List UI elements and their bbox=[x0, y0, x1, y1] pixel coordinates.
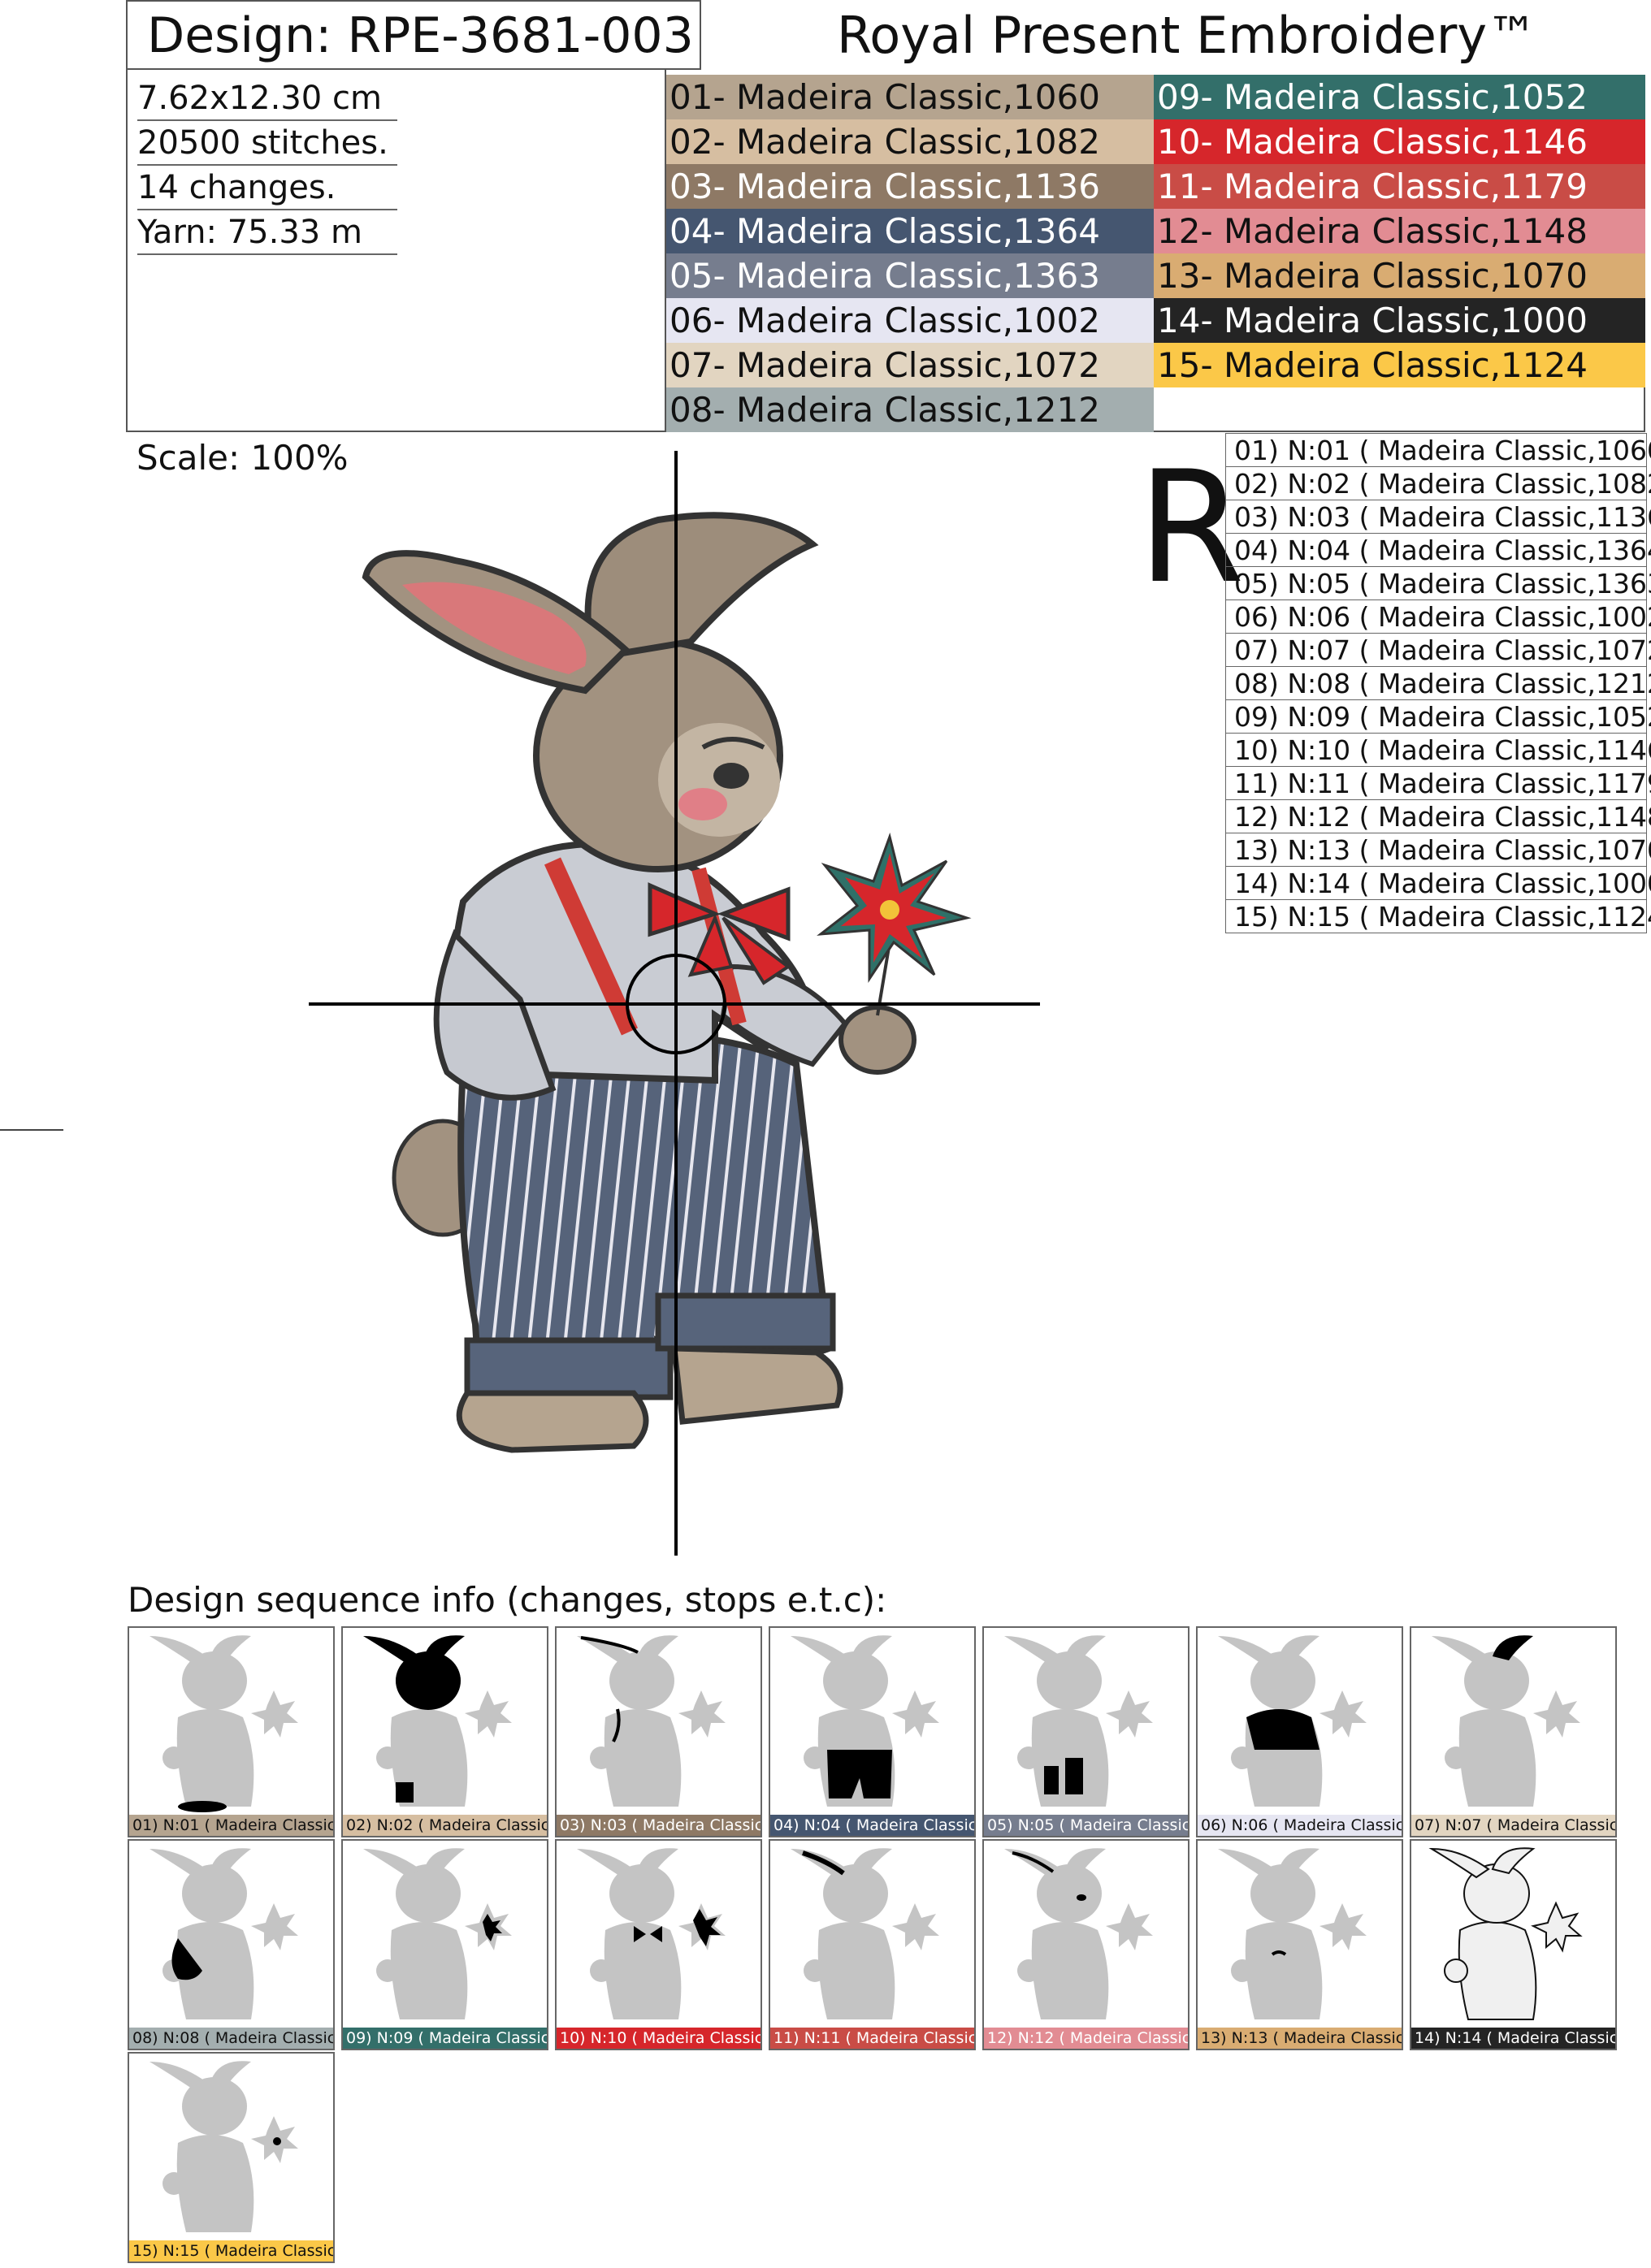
color-swatch: 02- Madeira Classic,1082 bbox=[666, 119, 1154, 164]
design-preview bbox=[309, 451, 1040, 1556]
design-size: 7.62x12.30 cm bbox=[137, 75, 397, 121]
color-table: 01- Madeira Classic,1060 02- Madeira Cla… bbox=[666, 75, 1645, 432]
sequence-thumbnail: 02) N:02 ( Madeira Classic bbox=[341, 1626, 548, 1837]
thread-row: 15) N:15 ( Madeira Classic,1124) bbox=[1225, 899, 1651, 933]
sequence-thumbnail: 03) N:03 ( Madeira Classic bbox=[555, 1626, 762, 1837]
thumbnail-bunny bbox=[150, 2061, 298, 2232]
yarn-length: Yarn: 75.33 m bbox=[137, 209, 397, 255]
bunny-cheek bbox=[678, 788, 727, 820]
sequence-caption: 12) N:12 ( Madeira Classic,1 bbox=[984, 2028, 1188, 2049]
thread-list: 01) N:01 ( Madeira Classic,1060) 02) N:0… bbox=[1225, 433, 1651, 933]
thumbnail-bunny bbox=[150, 1635, 298, 1812]
sequence-caption: 05) N:05 ( Madeira Classic bbox=[984, 1815, 1188, 1836]
color-swatch: 08- Madeira Classic,1212 bbox=[666, 387, 1154, 432]
sequence-caption: 04) N:04 ( Madeira Classic bbox=[770, 1815, 974, 1836]
sequence-caption: 03) N:03 ( Madeira Classic bbox=[557, 1815, 760, 1836]
bunny-cuff-right bbox=[655, 1292, 836, 1352]
bunny-foot-left bbox=[456, 1390, 649, 1453]
thread-row: 11) N:11 ( Madeira Classic,1179) bbox=[1225, 766, 1651, 800]
thumbnail-bunny bbox=[577, 1848, 726, 2019]
thread-row: 03) N:03 ( Madeira Classic,1136) bbox=[1225, 500, 1651, 534]
thread-row: 04) N:04 ( Madeira Classic,1364) bbox=[1225, 533, 1651, 567]
color-swatch: 13- Madeira Classic,1070 bbox=[1154, 253, 1645, 298]
sequence-caption: 13) N:13 ( Madeira Classic,1 bbox=[1198, 2028, 1402, 2049]
color-swatch: 05- Madeira Classic,1363 bbox=[666, 253, 1154, 298]
sequence-caption: 15) N:15 ( Madeira Classic,1 bbox=[129, 2240, 333, 2262]
bunny-cuff-left bbox=[464, 1337, 674, 1400]
thumbnail-bunny bbox=[363, 1848, 512, 2019]
stitch-count: 20500 stitches. bbox=[137, 119, 397, 166]
color-swatch: 09- Madeira Classic,1052 bbox=[1154, 75, 1645, 119]
thread-row: 14) N:14 ( Madeira Classic,1000) bbox=[1225, 866, 1651, 900]
thumbnail-bunny bbox=[150, 1848, 298, 2019]
thumbnail-bunny bbox=[1428, 1847, 1583, 2020]
thumbnail-bunny bbox=[1432, 1635, 1580, 1807]
color-table-border bbox=[1154, 387, 1645, 432]
design-title: Design: RPE-3681-003 bbox=[126, 0, 701, 70]
color-swatch: 04- Madeira Classic,1364 bbox=[666, 209, 1154, 253]
color-swatch: 11- Madeira Classic,1179 bbox=[1154, 164, 1645, 209]
color-swatch: 15- Madeira Classic,1124 bbox=[1154, 343, 1645, 387]
sequence-thumbnail: 15) N:15 ( Madeira Classic,1 bbox=[128, 2052, 335, 2263]
thumbnail-bunny bbox=[791, 1848, 939, 2019]
poinsettia-flower bbox=[817, 832, 972, 983]
bunny-hand bbox=[838, 1005, 916, 1075]
color-swatch: 07- Madeira Classic,1072 bbox=[666, 343, 1154, 387]
thumbnail-bunny bbox=[1218, 1848, 1367, 2019]
thread-row: 10) N:10 ( Madeira Classic,1146) bbox=[1225, 733, 1651, 767]
sequence-caption: 08) N:08 ( Madeira Classic bbox=[129, 2028, 333, 2049]
thread-row: 12) N:12 ( Madeira Classic,1148) bbox=[1225, 799, 1651, 833]
sequence-thumbnail: 05) N:05 ( Madeira Classic bbox=[982, 1626, 1190, 1837]
sequence-thumbnail: 10) N:10 ( Madeira Classic,1 bbox=[555, 1839, 762, 2050]
color-swatch: 10- Madeira Classic,1146 bbox=[1154, 119, 1645, 164]
color-changes: 14 changes. bbox=[137, 164, 397, 210]
sequence-thumbnail: 01) N:01 ( Madeira Classic,1 bbox=[128, 1626, 335, 1837]
thread-row: 05) N:05 ( Madeira Classic,1363) bbox=[1225, 566, 1651, 600]
margin-tick bbox=[0, 1129, 63, 1131]
thread-row: 06) N:06 ( Madeira Classic,1002) bbox=[1225, 599, 1651, 634]
thumbnail-bunny bbox=[577, 1635, 726, 1807]
sequence-caption: 02) N:02 ( Madeira Classic bbox=[343, 1815, 547, 1836]
bunny-ear-back bbox=[584, 512, 819, 662]
color-swatch: 03- Madeira Classic,1136 bbox=[666, 164, 1154, 209]
sequence-caption: 14) N:14 ( Madeira Classic,1 bbox=[1411, 2028, 1615, 2049]
color-swatch: 14- Madeira Classic,1000 bbox=[1154, 298, 1645, 343]
sequence-thumbnail: 11) N:11 ( Madeira Classic,11 bbox=[769, 1839, 976, 2050]
sequence-caption: 01) N:01 ( Madeira Classic,1 bbox=[129, 1815, 333, 1836]
bunny-foot-right bbox=[671, 1345, 843, 1425]
sequence-thumbnail: 14) N:14 ( Madeira Classic,1 bbox=[1410, 1839, 1617, 2050]
thread-row: 01) N:01 ( Madeira Classic,1060) bbox=[1225, 433, 1651, 467]
sequence-caption: 06) N:06 ( Madeira Classic bbox=[1198, 1815, 1402, 1836]
sequence-caption: 07) N:07 ( Madeira Classic bbox=[1411, 1815, 1615, 1836]
thread-row: 07) N:07 ( Madeira Classic,1072) bbox=[1225, 633, 1651, 667]
color-swatch: 01- Madeira Classic,1060 bbox=[666, 75, 1154, 119]
sequence-thumbnail: 09) N:09 ( Madeira Classic bbox=[341, 1839, 548, 2050]
thread-row: 02) N:02 ( Madeira Classic,1082) bbox=[1225, 466, 1651, 500]
sequence-thumbnail: 04) N:04 ( Madeira Classic bbox=[769, 1626, 976, 1837]
thumbnail-bunny bbox=[1004, 1635, 1153, 1807]
thread-row: 09) N:09 ( Madeira Classic,1052) bbox=[1225, 699, 1651, 734]
sequence-caption: 10) N:10 ( Madeira Classic,1 bbox=[557, 2028, 760, 2049]
color-swatch: 06- Madeira Classic,1002 bbox=[666, 298, 1154, 343]
sequence-caption: 11) N:11 ( Madeira Classic,11 bbox=[770, 2028, 974, 2049]
sequence-thumbnail: 12) N:12 ( Madeira Classic,1 bbox=[982, 1839, 1190, 2050]
thread-row: 08) N:08 ( Madeira Classic,1212) bbox=[1225, 666, 1651, 700]
sequence-title: Design sequence info (changes, stops e.t… bbox=[128, 1580, 887, 1620]
brand-title: Royal Present Embroidery™ bbox=[837, 6, 1538, 65]
sequence-thumbnail: 07) N:07 ( Madeira Classic bbox=[1410, 1626, 1617, 1837]
sequence-thumbnail: 08) N:08 ( Madeira Classic bbox=[128, 1839, 335, 2050]
sequence-thumbnail: 13) N:13 ( Madeira Classic,1 bbox=[1196, 1839, 1403, 2050]
thumbnail-bunny bbox=[791, 1635, 939, 1807]
sequence-thumbnail: 06) N:06 ( Madeira Classic bbox=[1196, 1626, 1403, 1837]
thumbnail-bunny bbox=[363, 1635, 512, 1807]
bunny-eye bbox=[713, 763, 749, 789]
sequence-caption: 09) N:09 ( Madeira Classic bbox=[343, 2028, 547, 2049]
color-swatch: 12- Madeira Classic,1148 bbox=[1154, 209, 1645, 253]
thumbnail-bunny bbox=[1218, 1635, 1367, 1807]
thread-row: 13) N:13 ( Madeira Classic,1070) bbox=[1225, 833, 1651, 867]
thumbnail-bunny bbox=[1004, 1848, 1153, 2019]
design-info-panel: 7.62x12.30 cm 20500 stitches. 14 changes… bbox=[126, 70, 666, 432]
